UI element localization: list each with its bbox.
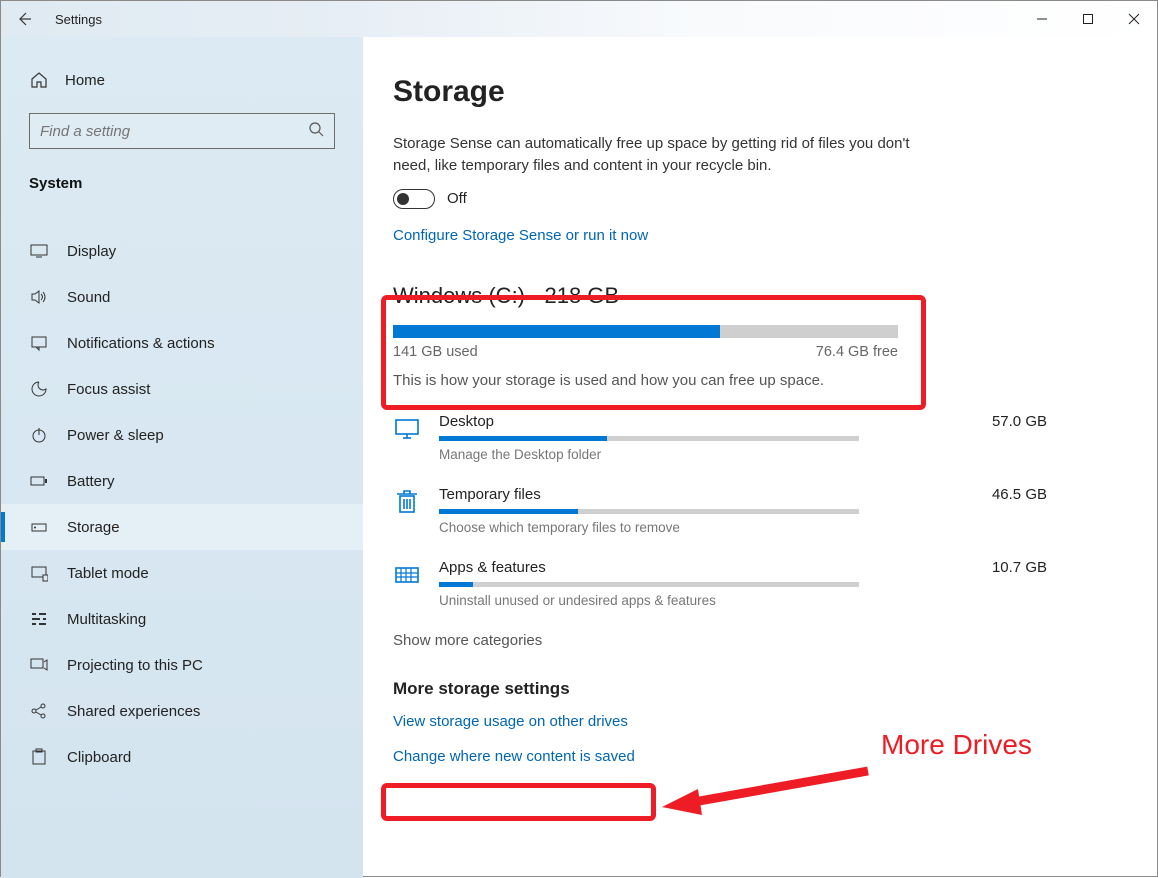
category-bar bbox=[439, 582, 859, 587]
drive-free-label: 76.4 GB free bbox=[816, 344, 898, 360]
drive-usage-bar bbox=[393, 325, 898, 338]
drive-title: Windows (C:) - 218 GB bbox=[393, 283, 1047, 309]
sidebar-item-power[interactable]: Power & sleep bbox=[1, 412, 363, 458]
category-size: 46.5 GB bbox=[992, 486, 1047, 503]
sidebar-item-storage[interactable]: Storage bbox=[1, 504, 363, 550]
maximize-button[interactable] bbox=[1065, 1, 1111, 37]
search-input-wrapper[interactable] bbox=[29, 113, 335, 149]
display-icon bbox=[29, 242, 49, 260]
close-button[interactable] bbox=[1111, 1, 1157, 37]
category-name: Apps & features bbox=[439, 559, 546, 576]
annotation-text: More Drives bbox=[881, 729, 1032, 761]
category-size: 57.0 GB bbox=[992, 413, 1047, 430]
apps-icon bbox=[393, 561, 421, 589]
sidebar-item-label: Clipboard bbox=[67, 749, 131, 766]
sidebar-item-label: Display bbox=[67, 243, 116, 260]
sidebar-item-label: Power & sleep bbox=[67, 427, 164, 444]
main-content: Storage Storage Sense can automatically … bbox=[363, 37, 1157, 878]
sidebar-item-shared[interactable]: Shared experiences bbox=[1, 688, 363, 734]
category-name: Desktop bbox=[439, 413, 494, 430]
focus-icon bbox=[29, 380, 49, 398]
sidebar-item-label: Tablet mode bbox=[67, 565, 149, 582]
minimize-button[interactable] bbox=[1019, 1, 1065, 37]
trash-icon bbox=[393, 488, 421, 516]
category-name: Temporary files bbox=[439, 486, 541, 503]
sidebar-item-focus[interactable]: Focus assist bbox=[1, 366, 363, 412]
sidebar-item-display[interactable]: Display bbox=[1, 228, 363, 274]
notifications-icon bbox=[29, 334, 49, 352]
category-heading: System bbox=[1, 167, 363, 206]
sidebar-item-label: Sound bbox=[67, 289, 110, 306]
shared-icon bbox=[29, 702, 49, 720]
sidebar-item-notifications[interactable]: Notifications & actions bbox=[1, 320, 363, 366]
clipboard-icon bbox=[29, 748, 49, 766]
sidebar-item-tablet[interactable]: Tablet mode bbox=[1, 550, 363, 596]
drive-used-label: 141 GB used bbox=[393, 344, 478, 360]
multitask-icon bbox=[29, 610, 49, 628]
projecting-icon bbox=[29, 656, 49, 674]
storage-sense-toggle[interactable] bbox=[393, 189, 435, 209]
category-subtext: Choose which temporary files to remove bbox=[439, 520, 1047, 535]
sidebar-item-label: Storage bbox=[67, 519, 120, 536]
home-label: Home bbox=[65, 72, 105, 89]
sidebar-item-multitask[interactable]: Multitasking bbox=[1, 596, 363, 642]
sidebar: Home System Display Sound Notifications & … bbox=[1, 37, 363, 878]
sidebar-item-clipboard[interactable]: Clipboard bbox=[1, 734, 363, 780]
storage-sense-description: Storage Sense can automatically free up … bbox=[393, 133, 913, 177]
page-title: Storage bbox=[393, 75, 1047, 109]
power-icon bbox=[29, 426, 49, 444]
sidebar-item-label: Notifications & actions bbox=[67, 335, 215, 352]
battery-icon bbox=[29, 472, 49, 490]
home-icon bbox=[29, 71, 49, 89]
storage-category-desktop[interactable]: Desktop 57.0 GB Manage the Desktop folder bbox=[393, 413, 1047, 462]
tablet-icon bbox=[29, 564, 49, 582]
home-link[interactable]: Home bbox=[1, 63, 363, 113]
toggle-state-label: Off bbox=[447, 190, 467, 207]
category-bar bbox=[439, 436, 859, 441]
sidebar-item-label: Projecting to this PC bbox=[67, 657, 203, 674]
drive-section: Windows (C:) - 218 GB 141 GB used 76.4 G… bbox=[393, 283, 1047, 360]
category-subtext: Manage the Desktop folder bbox=[439, 447, 1047, 462]
storage-category-apps[interactable]: Apps & features 10.7 GB Uninstall unused o… bbox=[393, 559, 1047, 608]
category-size: 10.7 GB bbox=[992, 559, 1047, 576]
sidebar-item-label: Battery bbox=[67, 473, 115, 490]
category-subtext: Uninstall unused or undesired apps & fea… bbox=[439, 593, 1047, 608]
sidebar-item-label: Focus assist bbox=[67, 381, 150, 398]
more-settings-heading: More storage settings bbox=[393, 679, 1047, 699]
sidebar-item-sound[interactable]: Sound bbox=[1, 274, 363, 320]
category-bar bbox=[439, 509, 859, 514]
back-button[interactable] bbox=[1, 1, 47, 37]
show-more-categories[interactable]: Show more categories bbox=[393, 632, 1047, 649]
sidebar-item-label: Shared experiences bbox=[67, 703, 200, 720]
sound-icon bbox=[29, 288, 49, 306]
storage-icon bbox=[29, 518, 49, 536]
configure-storage-sense-link[interactable]: Configure Storage Sense or run it now bbox=[393, 227, 648, 244]
search-input[interactable] bbox=[40, 123, 308, 140]
sidebar-item-projecting[interactable]: Projecting to this PC bbox=[1, 642, 363, 688]
window-title: Settings bbox=[55, 12, 102, 27]
search-icon bbox=[308, 121, 324, 142]
usage-hint: This is how your storage is used and how… bbox=[393, 372, 1047, 389]
desktop-icon bbox=[393, 415, 421, 443]
sidebar-item-label: Multitasking bbox=[67, 611, 146, 628]
storage-category-trash[interactable]: Temporary files 46.5 GB Choose which tempo… bbox=[393, 486, 1047, 535]
view-other-drives-link[interactable]: View storage usage on other drives bbox=[393, 713, 1047, 730]
sidebar-item-battery[interactable]: Battery bbox=[1, 458, 363, 504]
